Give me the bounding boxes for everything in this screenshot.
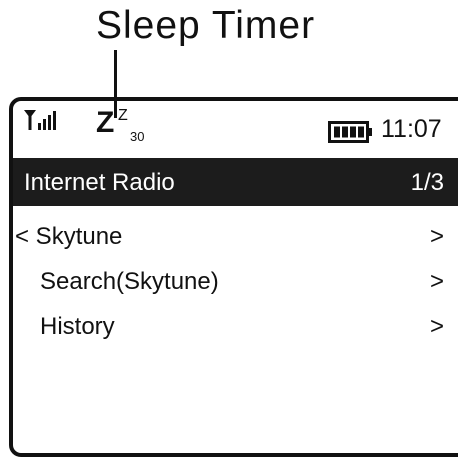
sleep-timer-icon: Z Z 30 [96,108,154,148]
chevron-right-icon: > [429,223,444,250]
chevron-right-icon: > [429,268,444,295]
menu-list: < Skytune > Search(Skytune) > History > [13,218,458,353]
menu-item-search-skytune[interactable]: Search(Skytune) > [13,263,458,308]
page-indicator: 1/3 [410,169,444,196]
chevron-right-icon: > [429,313,444,340]
signal-strength-icon [24,108,62,132]
battery-full-icon [328,121,374,143]
menu-item-skytune[interactable]: < Skytune > [13,218,458,263]
clock-time: 11:07 [381,115,442,143]
sleep-z-small: Z [118,107,128,124]
sleep-timer-callout-label: Sleep Timer [96,4,316,47]
sleep-minutes: 30 [130,129,145,144]
page-title: Internet Radio [24,169,175,196]
title-bar: Internet Radio 1/3 [13,158,458,206]
sleep-z-large: Z [96,106,115,139]
menu-item-label: < Skytune [15,223,123,250]
menu-item-label: History [40,313,115,340]
menu-item-history[interactable]: History > [13,308,458,353]
menu-item-label: Search(Skytune) [40,268,219,295]
